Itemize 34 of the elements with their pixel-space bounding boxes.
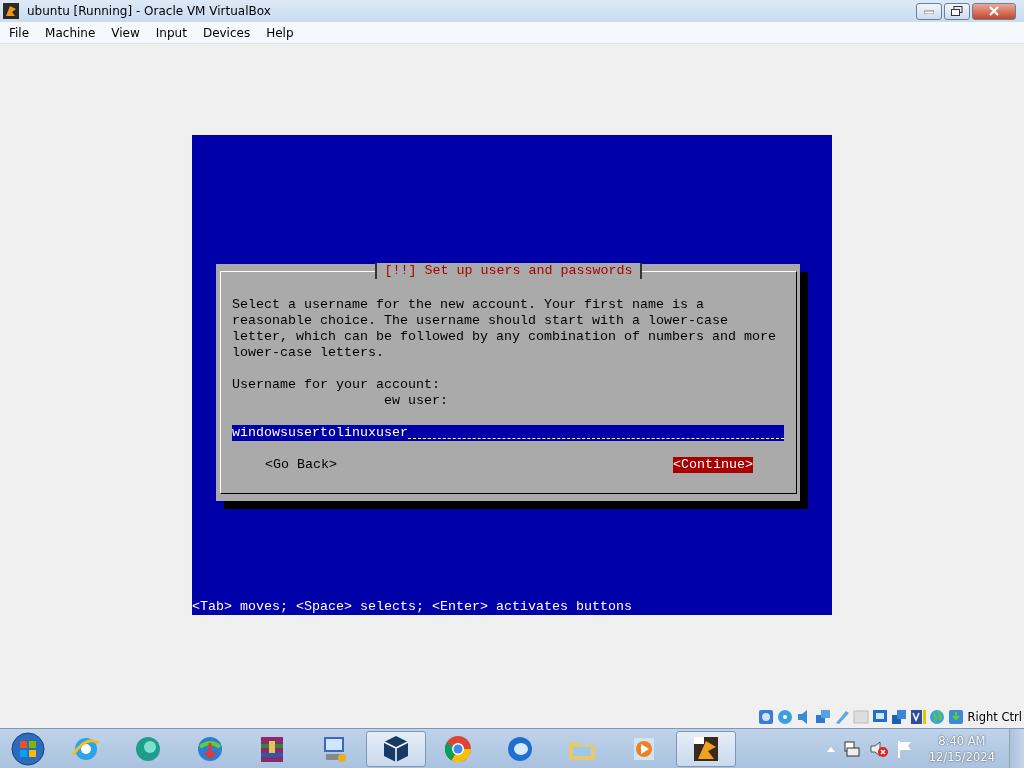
menu-item[interactable]: View	[103, 25, 148, 40]
network-icon[interactable]	[842, 739, 861, 758]
minimize-icon	[924, 8, 934, 14]
clock-date: 12/15/2024	[928, 748, 995, 765]
restore-button[interactable]	[944, 2, 970, 20]
show-desktop-button[interactable]	[1009, 728, 1024, 768]
app-logo-icon	[3, 3, 19, 19]
menu-item[interactable]: Input	[147, 25, 195, 40]
taskbar-button[interactable]	[676, 730, 736, 767]
minimize-button[interactable]	[916, 2, 942, 20]
network-icon[interactable]	[813, 708, 832, 726]
host-key-label: Right Ctrl	[967, 710, 1022, 724]
dialog-button[interactable]: <Continue>	[673, 457, 753, 473]
dialog-title: [!!] Set up users and passwords	[374, 263, 643, 279]
username-field[interactable]: windowsusertolinuxuser	[232, 425, 784, 441]
window-title: ubuntu [Running] - Oracle VM VirtualBox	[27, 4, 272, 18]
menu-item[interactable]: Help	[258, 25, 302, 40]
menu-item[interactable]: Devices	[194, 25, 259, 40]
taskbar-button[interactable]	[366, 730, 426, 767]
dialog-button[interactable]: <Go Back>	[265, 457, 337, 473]
field-label: Username for your account:	[232, 377, 441, 393]
close-button[interactable]	[972, 2, 1016, 20]
description-text: Select a username for the new account. Your first name is a reasonable choice. The username should start with a lower-case letter, which can be followed by any combination of numbers and more lower-case letters.	[232, 297, 777, 361]
menu-item[interactable]: File	[1, 25, 38, 40]
download-icon[interactable]	[946, 708, 965, 726]
field-label: ew user:	[383, 393, 449, 409]
menu-item[interactable]: Machine	[37, 25, 104, 40]
windows-icon[interactable]	[889, 708, 908, 726]
help-text: <Tab> moves; <Space> selects; <Enter> activates buttons	[192, 599, 632, 615]
close-icon	[989, 6, 999, 16]
disc-icon[interactable]	[775, 708, 794, 726]
clock-time: 8:40 AM	[938, 732, 986, 749]
restore-icon	[951, 6, 963, 16]
muted-speaker-icon[interactable]	[868, 739, 889, 758]
